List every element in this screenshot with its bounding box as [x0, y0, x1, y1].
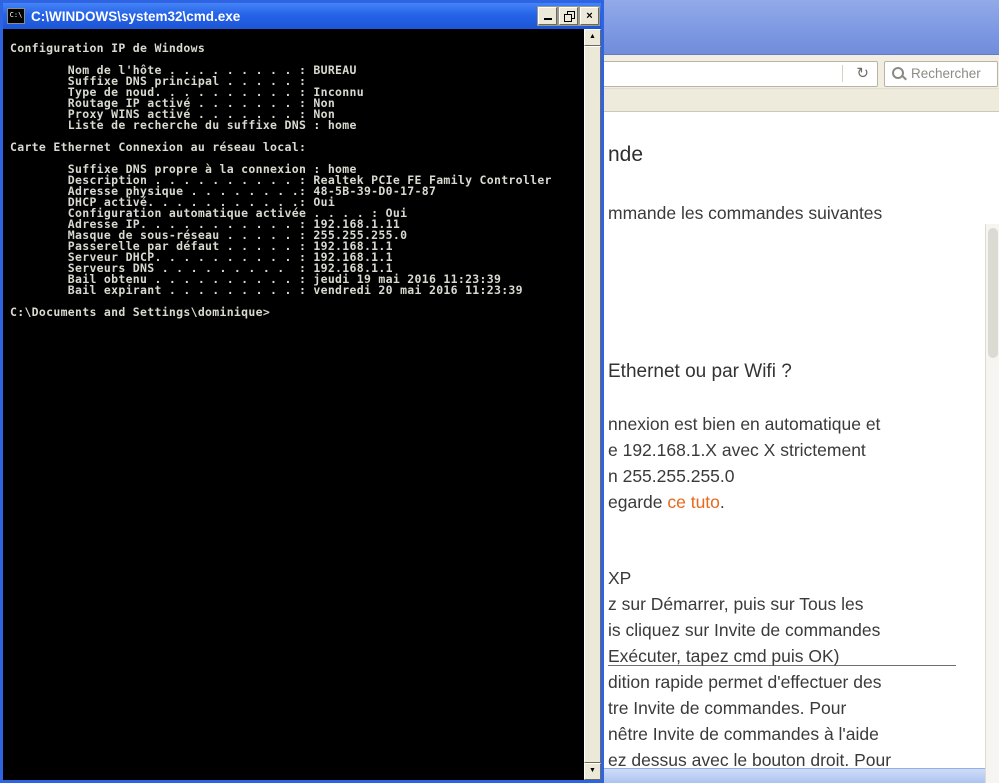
toolbar-divider: [842, 65, 843, 82]
para-line: nêtre Invite de commandes à l'aide: [608, 724, 879, 744]
console-output: Configuration IP de Windows Nom de l'hôt…: [10, 41, 552, 319]
para-line: n 255.255.255.0: [608, 466, 735, 486]
intro-line: mmande les commandes suivantes: [608, 203, 883, 223]
para-line: e 192.168.1.X avec X strictement: [608, 440, 866, 460]
scroll-down-button[interactable]: ▼: [584, 763, 601, 780]
minimize-icon: [543, 10, 552, 20]
tuto-suffix: .: [719, 492, 725, 512]
cmd-titlebar[interactable]: C:\ C:\WINDOWS\system32\cmd.exe ×: [3, 3, 601, 29]
cmd-scrollbar[interactable]: ▲ ▼: [584, 29, 601, 780]
screen: ↻ Rechercher nde mmande les commandes su…: [0, 0, 999, 783]
refresh-icon[interactable]: ↻: [856, 63, 869, 84]
tuto-line: egarde ce tuto.: [608, 492, 725, 513]
para-line: Exécuter, tapez cmd puis OK): [608, 646, 840, 666]
para-line: nnexion est bien en automatique et: [608, 414, 881, 434]
browser-scrollbar[interactable]: [985, 224, 999, 783]
restore-icon: [563, 11, 575, 22]
minimize-button[interactable]: [538, 7, 557, 25]
window-controls: ×: [538, 7, 599, 25]
search-box[interactable]: Rechercher: [884, 61, 998, 87]
cmd-window: C:\ C:\WINDOWS\system32\cmd.exe × Config…: [0, 0, 604, 783]
tuto-prefix: egarde: [608, 492, 668, 512]
xp-heading-fragment: XP: [608, 568, 632, 588]
search-placeholder: Rechercher: [911, 66, 981, 81]
cmd-window-title: C:\WINDOWS\system32\cmd.exe: [31, 8, 241, 24]
cmd-console: Configuration IP de Windows Nom de l'hôt…: [3, 29, 601, 780]
cmd-icon: C:\: [7, 8, 25, 24]
close-button[interactable]: ×: [580, 7, 599, 25]
search-icon: [892, 67, 904, 79]
cmd-scrollbar-thumb[interactable]: [584, 46, 601, 763]
wifi-heading-fragment: Ethernet ou par Wifi ?: [608, 361, 792, 382]
tuto-link[interactable]: ce tuto: [667, 492, 720, 512]
restore-button[interactable]: [559, 7, 578, 25]
para-line: dition rapide permet d'effectuer des: [608, 672, 882, 692]
para-line: is cliquez sur Invite de commandes: [608, 620, 881, 640]
para-line: tre Invite de commandes. Pour: [608, 698, 847, 718]
para-line: z sur Démarrer, puis sur Tous les: [608, 594, 864, 614]
scroll-up-button[interactable]: ▲: [584, 29, 601, 46]
bottom-bar: [595, 768, 999, 783]
browser-scrollbar-thumb[interactable]: [988, 228, 998, 358]
page-heading-fragment: nde: [608, 143, 644, 166]
